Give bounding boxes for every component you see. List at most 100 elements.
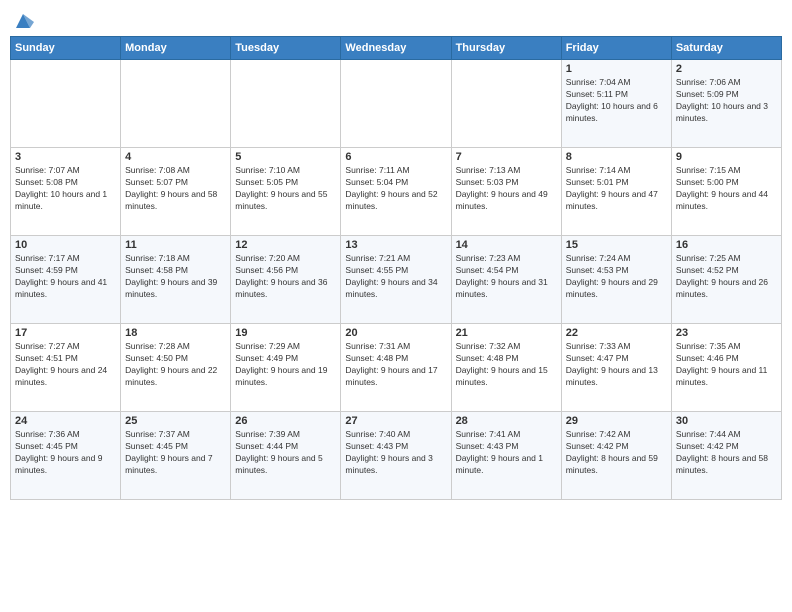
calendar-cell: 2 Sunrise: 7:06 AM Sunset: 5:09 PM Daylig…: [671, 60, 781, 148]
day-info: Sunrise: 7:35 AM Sunset: 4:46 PM Dayligh…: [676, 341, 777, 389]
calendar-cell: 6 Sunrise: 7:11 AM Sunset: 5:04 PM Daylig…: [341, 148, 451, 236]
day-info: Sunrise: 7:07 AM Sunset: 5:08 PM Dayligh…: [15, 165, 116, 213]
calendar-cell: 28 Sunrise: 7:41 AM Sunset: 4:43 PM Dayli…: [451, 412, 561, 500]
header: [10, 10, 782, 28]
day-number: 2: [676, 63, 777, 75]
day-number: 12: [235, 239, 336, 251]
calendar-cell: 25 Sunrise: 7:37 AM Sunset: 4:45 PM Dayli…: [121, 412, 231, 500]
calendar-cell: 29Sunrise: 7:42 AM Sunset: 4:42 PM Dayli…: [561, 412, 671, 500]
day-info: Sunrise: 7:17 AM Sunset: 4:59 PM Dayligh…: [15, 253, 116, 301]
day-info: Sunrise: 7:27 AM Sunset: 4:51 PM Dayligh…: [15, 341, 116, 389]
day-info: Sunrise: 7:36 AM Sunset: 4:45 PM Dayligh…: [15, 429, 116, 477]
calendar-week-row: 17 Sunrise: 7:27 AM Sunset: 4:51 PM Dayli…: [11, 324, 782, 412]
calendar-week-row: 10 Sunrise: 7:17 AM Sunset: 4:59 PM Dayli…: [11, 236, 782, 324]
day-number: 15: [566, 239, 667, 251]
day-number: 6: [345, 151, 446, 163]
day-info: Sunrise: 7:41 AM Sunset: 4:43 PM Dayligh…: [456, 429, 557, 477]
day-info: Sunrise: 7:04 AM Sunset: 5:11 PM Dayligh…: [566, 77, 667, 125]
day-number: 25: [125, 415, 226, 427]
calendar-cell: [121, 60, 231, 148]
day-number: 22: [566, 327, 667, 339]
day-number: 14: [456, 239, 557, 251]
day-info: Sunrise: 7:06 AM Sunset: 5:09 PM Dayligh…: [676, 77, 777, 125]
day-info: Sunrise: 7:13 AM Sunset: 5:03 PM Dayligh…: [456, 165, 557, 213]
day-number: 21: [456, 327, 557, 339]
calendar-cell: 27 Sunrise: 7:40 AM Sunset: 4:43 PM Dayli…: [341, 412, 451, 500]
calendar-cell: [451, 60, 561, 148]
day-of-week-header: Friday: [561, 37, 671, 60]
day-number: 19: [235, 327, 336, 339]
calendar-cell: 7 Sunrise: 7:13 AM Sunset: 5:03 PM Daylig…: [451, 148, 561, 236]
day-number: 27: [345, 415, 446, 427]
day-of-week-header: Tuesday: [231, 37, 341, 60]
calendar-cell: 24Sunrise: 7:36 AM Sunset: 4:45 PM Dayli…: [11, 412, 121, 500]
calendar-cell: 8Sunrise: 7:14 AM Sunset: 5:01 PM Daylig…: [561, 148, 671, 236]
day-info: Sunrise: 7:10 AM Sunset: 5:05 PM Dayligh…: [235, 165, 336, 213]
calendar-cell: 10 Sunrise: 7:17 AM Sunset: 4:59 PM Dayli…: [11, 236, 121, 324]
day-number: 26: [235, 415, 336, 427]
day-number: 10: [15, 239, 116, 251]
calendar-cell: 1 Sunrise: 7:04 AM Sunset: 5:11 PM Daylig…: [561, 60, 671, 148]
calendar-table: SundayMondayTuesdayWednesdayThursdayFrid…: [10, 36, 782, 500]
day-number: 30: [676, 415, 777, 427]
day-info: Sunrise: 7:24 AM Sunset: 4:53 PM Dayligh…: [566, 253, 667, 301]
day-info: Sunrise: 7:28 AM Sunset: 4:50 PM Dayligh…: [125, 341, 226, 389]
day-info: Sunrise: 7:08 AM Sunset: 5:07 PM Dayligh…: [125, 165, 226, 213]
day-number: 8: [566, 151, 667, 163]
day-number: 17: [15, 327, 116, 339]
day-info: Sunrise: 7:31 AM Sunset: 4:48 PM Dayligh…: [345, 341, 446, 389]
calendar-cell: 4 Sunrise: 7:08 AM Sunset: 5:07 PM Daylig…: [121, 148, 231, 236]
calendar-cell: 26 Sunrise: 7:39 AM Sunset: 4:44 PM Dayli…: [231, 412, 341, 500]
calendar-cell: 5 Sunrise: 7:10 AM Sunset: 5:05 PM Daylig…: [231, 148, 341, 236]
calendar-week-row: 1 Sunrise: 7:04 AM Sunset: 5:11 PM Daylig…: [11, 60, 782, 148]
calendar-cell: 15 Sunrise: 7:24 AM Sunset: 4:53 PM Dayli…: [561, 236, 671, 324]
calendar-cell: [231, 60, 341, 148]
day-number: 9: [676, 151, 777, 163]
day-number: 18: [125, 327, 226, 339]
days-of-week-row: SundayMondayTuesdayWednesdayThursdayFrid…: [11, 37, 782, 60]
logo: [10, 10, 34, 28]
calendar-cell: 18 Sunrise: 7:28 AM Sunset: 4:50 PM Dayli…: [121, 324, 231, 412]
day-number: 4: [125, 151, 226, 163]
calendar-week-row: 3 Sunrise: 7:07 AM Sunset: 5:08 PM Daylig…: [11, 148, 782, 236]
day-number: 11: [125, 239, 226, 251]
day-number: 29: [566, 415, 667, 427]
day-of-week-header: Sunday: [11, 37, 121, 60]
day-number: 23: [676, 327, 777, 339]
day-of-week-header: Thursday: [451, 37, 561, 60]
day-info: Sunrise: 7:29 AM Sunset: 4:49 PM Dayligh…: [235, 341, 336, 389]
day-info: Sunrise: 7:39 AM Sunset: 4:44 PM Dayligh…: [235, 429, 336, 477]
day-number: 3: [15, 151, 116, 163]
day-info: Sunrise: 7:23 AM Sunset: 4:54 PM Dayligh…: [456, 253, 557, 301]
calendar-cell: 3 Sunrise: 7:07 AM Sunset: 5:08 PM Daylig…: [11, 148, 121, 236]
calendar-cell: 23 Sunrise: 7:35 AM Sunset: 4:46 PM Dayli…: [671, 324, 781, 412]
day-info: Sunrise: 7:44 AM Sunset: 4:42 PM Dayligh…: [676, 429, 777, 477]
day-number: 7: [456, 151, 557, 163]
day-info: Sunrise: 7:15 AM Sunset: 5:00 PM Dayligh…: [676, 165, 777, 213]
calendar-cell: 19 Sunrise: 7:29 AM Sunset: 4:49 PM Dayli…: [231, 324, 341, 412]
calendar-cell: 20 Sunrise: 7:31 AM Sunset: 4:48 PM Dayli…: [341, 324, 451, 412]
calendar-cell: 21 Sunrise: 7:32 AM Sunset: 4:48 PM Dayli…: [451, 324, 561, 412]
calendar-cell: 30 Sunrise: 7:44 AM Sunset: 4:42 PM Dayli…: [671, 412, 781, 500]
calendar-cell: [341, 60, 451, 148]
calendar-cell: 12 Sunrise: 7:20 AM Sunset: 4:56 PM Dayli…: [231, 236, 341, 324]
day-number: 1: [566, 63, 667, 75]
day-info: Sunrise: 7:32 AM Sunset: 4:48 PM Dayligh…: [456, 341, 557, 389]
calendar-cell: [11, 60, 121, 148]
day-number: 28: [456, 415, 557, 427]
day-of-week-header: Wednesday: [341, 37, 451, 60]
day-number: 13: [345, 239, 446, 251]
day-info: Sunrise: 7:21 AM Sunset: 4:55 PM Dayligh…: [345, 253, 446, 301]
day-info: Sunrise: 7:11 AM Sunset: 5:04 PM Dayligh…: [345, 165, 446, 213]
day-info: Sunrise: 7:40 AM Sunset: 4:43 PM Dayligh…: [345, 429, 446, 477]
day-of-week-header: Monday: [121, 37, 231, 60]
calendar-cell: 16Sunrise: 7:25 AM Sunset: 4:52 PM Dayli…: [671, 236, 781, 324]
day-number: 20: [345, 327, 446, 339]
day-info: Sunrise: 7:33 AM Sunset: 4:47 PM Dayligh…: [566, 341, 667, 389]
day-info: Sunrise: 7:37 AM Sunset: 4:45 PM Dayligh…: [125, 429, 226, 477]
day-info: Sunrise: 7:20 AM Sunset: 4:56 PM Dayligh…: [235, 253, 336, 301]
day-info: Sunrise: 7:18 AM Sunset: 4:58 PM Dayligh…: [125, 253, 226, 301]
day-of-week-header: Saturday: [671, 37, 781, 60]
day-number: 5: [235, 151, 336, 163]
page-container: SundayMondayTuesdayWednesdayThursdayFrid…: [0, 0, 792, 612]
